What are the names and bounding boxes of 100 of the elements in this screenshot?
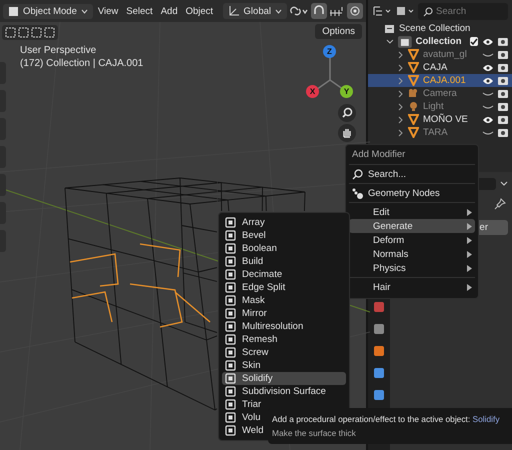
- mesh-icon: [408, 62, 419, 73]
- eye-icon[interactable]: [482, 76, 494, 84]
- outliner-item[interactable]: TARA: [368, 126, 512, 139]
- light-bulb-icon: [408, 101, 419, 112]
- properties-tab-icon[interactable]: [372, 388, 386, 402]
- menu-item[interactable]: Object: [182, 4, 216, 18]
- eye-icon[interactable]: [482, 116, 494, 124]
- menu-item[interactable]: Triar: [222, 398, 346, 411]
- submenu-item[interactable]: Hair: [349, 280, 475, 294]
- outliner-item[interactable]: Light: [368, 100, 512, 113]
- outliner-item[interactable]: CAJA: [368, 61, 512, 74]
- menu-item[interactable]: Subdivision Surface: [222, 385, 346, 398]
- mesh-icon: [408, 49, 419, 60]
- camera-icon[interactable]: [498, 50, 508, 59]
- menu-item[interactable]: Mask: [222, 294, 346, 307]
- select-mode-icon[interactable]: [18, 27, 29, 38]
- outliner-item[interactable]: avatum_gl: [368, 48, 512, 61]
- modifier-icon: [225, 230, 236, 241]
- menu-item[interactable]: Array: [222, 216, 346, 229]
- modifier-icon: [225, 412, 236, 423]
- view-name: User Perspective: [20, 44, 98, 57]
- axis-handle[interactable]: Z: [323, 45, 336, 58]
- modifier-icon: [225, 308, 236, 319]
- menu-item[interactable]: Select: [123, 4, 156, 18]
- mesh-icon: [408, 114, 419, 125]
- mode-dropdown[interactable]: Object Mode: [3, 4, 93, 18]
- closed-eye-icon[interactable]: [482, 102, 494, 110]
- collection-label: Collection: [416, 36, 462, 47]
- outliner-item[interactable]: CAJA.001: [368, 74, 512, 87]
- caret-icon[interactable]: [500, 181, 508, 187]
- menu-item[interactable]: Multiresolution: [222, 320, 346, 333]
- zoom-icon[interactable]: [338, 104, 356, 122]
- caret-icon: [275, 8, 282, 14]
- search-field[interactable]: Search: [418, 2, 508, 20]
- properties-tab-icon[interactable]: [372, 300, 386, 314]
- hand-icon[interactable]: [338, 124, 356, 142]
- closed-eye-icon[interactable]: [482, 128, 494, 136]
- camera-icon[interactable]: [498, 76, 508, 85]
- display-mode-icon[interactable]: [372, 5, 392, 17]
- search-icon: [352, 168, 363, 180]
- properties-tab-icon[interactable]: [372, 322, 386, 336]
- checkbox[interactable]: [470, 37, 478, 46]
- submenu-item[interactable]: Deform: [349, 233, 475, 247]
- submenu-item[interactable]: Generate: [349, 219, 475, 233]
- increment-icon[interactable]: [329, 5, 345, 17]
- menu-item[interactable]: Add: [158, 4, 181, 18]
- nodes-icon: [352, 188, 363, 198]
- submenu-item[interactable]: Physics: [349, 261, 475, 275]
- camera-icon[interactable]: [498, 128, 508, 137]
- menu-item[interactable]: Build: [222, 255, 346, 268]
- arrow-icon: [467, 284, 472, 290]
- search-item[interactable]: Search...: [349, 167, 475, 181]
- camera-icon[interactable]: [498, 102, 508, 111]
- modifier-icon: [225, 295, 236, 306]
- properties-tab-icon[interactable]: [372, 366, 386, 380]
- camera-icon[interactable]: [498, 89, 508, 98]
- menu-item[interactable]: Geometry Nodes: [349, 186, 475, 200]
- menu-item[interactable]: Remesh: [222, 333, 346, 346]
- modifier-icon: [225, 269, 236, 280]
- link-icon[interactable]: [289, 5, 309, 17]
- tooltip-description: Make the surface thick: [272, 427, 357, 440]
- submenu-item[interactable]: Normals: [349, 247, 475, 261]
- options-button[interactable]: Options: [315, 24, 362, 39]
- orientation-dropdown[interactable]: Global: [222, 3, 287, 19]
- modifier-icon: [225, 425, 236, 436]
- menu-item[interactable]: View: [94, 4, 122, 18]
- pin-icon[interactable]: [494, 198, 506, 210]
- modifier-icon: [225, 334, 236, 345]
- properties-tab-icon[interactable]: [372, 344, 386, 358]
- axis-handle[interactable]: X: [306, 85, 319, 98]
- menu-item[interactable]: Solidify: [222, 372, 346, 385]
- modifier-icon: [225, 282, 236, 293]
- menu-item[interactable]: Decimate: [222, 268, 346, 281]
- outliner-item[interactable]: MOÑO VE: [368, 113, 512, 126]
- axis-handle[interactable]: Y: [340, 85, 353, 98]
- tooltip-text: Add a procedural operation/effect to the active object:: [272, 414, 470, 424]
- menu-item[interactable]: Mirror: [222, 307, 346, 320]
- menu-item[interactable]: Edge Split: [222, 281, 346, 294]
- scene-label: Scene Collection: [399, 23, 470, 34]
- menu-item[interactable]: Boolean: [222, 242, 346, 255]
- menu-item[interactable]: Skin: [222, 359, 346, 372]
- camera-icon[interactable]: [498, 37, 508, 46]
- operator-name: Solidify: [472, 414, 500, 424]
- closed-eye-icon[interactable]: [482, 90, 494, 98]
- outliner-item[interactable]: Camera: [368, 87, 512, 100]
- select-mode-icon[interactable]: [44, 27, 55, 38]
- menu-item[interactable]: Screw: [222, 346, 346, 359]
- snap-icon[interactable]: [311, 3, 327, 19]
- camera-icon[interactable]: [498, 115, 508, 124]
- eye-icon[interactable]: [482, 64, 494, 72]
- eye-icon[interactable]: [482, 38, 494, 46]
- context-label: (172) Collection | CAJA.001: [20, 57, 144, 70]
- modifier-icon: [225, 373, 236, 384]
- submenu-item[interactable]: Edit: [349, 205, 475, 219]
- menu-item[interactable]: Bevel: [222, 229, 346, 242]
- camera-icon[interactable]: [498, 63, 508, 72]
- select-mode-icon[interactable]: [31, 27, 42, 38]
- select-mode-icon[interactable]: [5, 27, 16, 38]
- closed-eye-icon[interactable]: [482, 50, 494, 58]
- proportional-edit-icon[interactable]: [347, 3, 363, 19]
